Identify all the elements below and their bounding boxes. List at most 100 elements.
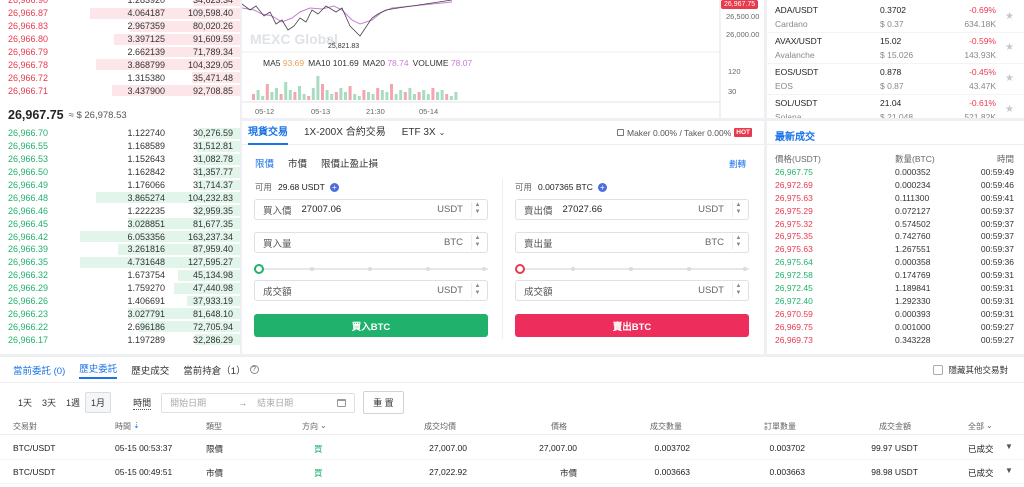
start-date-input[interactable]: 開始日期 [170,396,206,409]
bid-row[interactable]: 26,966.45 3.028851 81,677.35 [0,217,240,230]
bid-row[interactable]: 26,966.35 4.731648 127,595.27 [0,256,240,269]
stepper-icon[interactable]: ▲ ▼ [732,235,744,250]
bid-row[interactable]: 26,966.53 1.152643 31,082.78 [0,153,240,166]
buy-percent-slider[interactable] [254,264,488,274]
tab-futures[interactable]: 1X-200X 合約交易 [304,121,386,145]
tab-etf[interactable]: ETF 3X ⌄ [402,121,446,145]
ask-row[interactable]: 26,966.72 1.315380 35,471.48 [0,71,240,84]
bid-row[interactable]: 26,966.29 1.759270 47,440.98 [0,282,240,295]
star-icon[interactable]: ★ [1005,73,1014,84]
expand-icon[interactable]: ▼ [1005,442,1013,451]
col-time[interactable]: 時間 ⇣ [115,421,140,432]
bid-row[interactable]: 26,966.42 6.053356 163,237.34 [0,230,240,243]
order-row[interactable]: BTC/USDT 05-15 00:49:51 市價 買 27,022.92 市價 0.00… [0,460,1024,484]
bid-row[interactable]: 26,966.39 3.261816 87,959.40 [0,243,240,256]
slider-knob[interactable] [254,264,264,274]
col-side[interactable]: 方向 ⌄ [302,421,327,432]
stepper-icon[interactable]: ▲ ▼ [732,202,744,217]
bid-row[interactable]: 26,966.49 1.176066 31,714.37 [0,179,240,192]
buy-price-field[interactable]: 買入價 27007.06 USDT ▲ ▼ [254,199,488,220]
slider-stop[interactable] [629,267,633,271]
recent-trades-title[interactable]: 最新成交 [767,121,1024,145]
last-price-row[interactable]: 26,967.75 ≈ $ 26,978.53 [8,106,127,124]
buy-total-field[interactable]: 成交額 USDT ▲ ▼ [254,280,488,301]
sell-total-field[interactable]: 成交額 USDT ▲ ▼ [515,280,749,301]
ask-row[interactable]: 26,966.87 4.064187 109,598.40 [0,7,240,20]
slider-stop[interactable] [743,267,747,271]
bid-row[interactable]: 26,966.23 3.027791 81,648.10 [0,307,240,320]
sell-amount-field[interactable]: 賣出量 BTC ▲ ▼ [515,232,749,253]
sell-button[interactable]: 賣出BTC [515,314,749,337]
tab-positions[interactable]: 當前持倉（1） [183,363,245,377]
market-row[interactable]: SOL/USDT Solana 21.04 $ 21.048 -0.61% 521.82K… [767,95,1024,118]
bid-row[interactable]: 26,966.55 1.168589 31,512.81 [0,140,240,153]
sell-percent-slider[interactable] [515,264,749,274]
slider-stop[interactable] [482,267,486,271]
bid-row[interactable]: 26,966.46 1.222235 32,959.35 [0,204,240,217]
slider-stop[interactable] [426,267,430,271]
bid-row[interactable]: 26,966.32 1.673754 45,134.98 [0,269,240,282]
slider-stop[interactable] [310,267,314,271]
price-chart[interactable]: MEXC Global 25,821.83 MA5 93.69 MA10 101… [242,0,764,118]
col-status[interactable]: 全部 ⌄ [968,421,993,432]
order-type-market[interactable]: 市價 [288,156,307,170]
market-row[interactable]: EOS/USDT EOS 0.878 $ 0.87 -0.45% 43.47K ★ [767,64,1024,95]
reset-button[interactable]: 重 置 [363,391,404,414]
end-date-input[interactable]: 結束日期 [257,396,293,409]
stepper-icon[interactable]: ▲ ▼ [471,235,483,250]
tab-order-history[interactable]: 歷史委託 [79,361,118,379]
order-type-stop-limit[interactable]: 限價止盈止損 [321,156,378,170]
stepper-icon[interactable]: ▲ ▼ [471,202,483,217]
market-row[interactable]: AVAX/USDT Avalanche 15.02 $ 15.026 -0.59% 143… [767,33,1024,64]
stepper-icon[interactable]: ▲ ▼ [471,283,483,298]
ask-row[interactable]: 26,966.83 2.967359 80,020.26 [0,20,240,33]
bid-row[interactable]: 26,966.22 2.696186 72,705.94 [0,320,240,333]
expand-icon[interactable]: ▼ [1005,466,1013,475]
order-row[interactable]: BTC/USDT 05-15 00:53:37 限價 買 27,007.00 27,007… [0,436,1024,460]
transfer-link[interactable]: 劃轉 [729,158,746,170]
plus-circle-icon[interactable]: + [597,182,607,192]
order-type-limit[interactable]: 限價 [255,156,274,170]
star-icon[interactable]: ★ [1005,104,1014,115]
sell-price-field[interactable]: 賣出價 27027.66 USDT ▲ ▼ [515,199,749,220]
calendar-icon[interactable] [337,398,347,407]
help-icon[interactable]: ? [249,365,259,374]
ask-row[interactable]: 26,966.90 1.283920 34,623.34 [0,0,240,7]
trade-time: 00:59:37 [980,205,1014,216]
star-icon[interactable]: ★ [1005,11,1014,22]
ask-row[interactable]: 26,966.80 3.397125 91,609.59 [0,33,240,46]
buy-button[interactable]: 買入BTC [254,314,488,337]
trade-qty: 0.000358 [895,257,931,268]
col-avg-price: 成交均價 [424,422,456,431]
bid-row[interactable]: 26,966.50 1.162842 31,357.77 [0,166,240,179]
price-tag: 26,967.75 [721,0,759,9]
star-icon[interactable]: ★ [1005,42,1014,53]
slider-stop[interactable] [571,267,575,271]
plus-circle-icon[interactable]: + [329,182,339,192]
tab-trade-history[interactable]: 歷史成交 [131,363,169,377]
market-row[interactable]: ADA/USDT Cardano 0.3702 $ 0.37 -0.69% 634.18K… [767,2,1024,33]
bid-row[interactable]: 26,966.17 1.197289 32,286.29 [0,333,240,346]
slider-stop[interactable] [687,267,691,271]
ask-row[interactable]: 26,966.71 3.437900 92,708.85 [0,84,240,97]
slider-knob[interactable] [515,264,525,274]
recent-trades-tab[interactable]: 最新成交 [775,128,815,143]
stepper-icon[interactable]: ▲ ▼ [732,283,744,298]
ask-row[interactable]: 26,966.79 2.662139 71,789.34 [0,46,240,59]
market-volume: 634.18K [964,19,996,29]
bid-row[interactable]: 26,966.70 1.122740 30,276.59 [0,127,240,140]
bid-row[interactable]: 26,966.48 3.865274 104,232.83 [0,191,240,204]
period-1m[interactable]: 1月 [85,392,112,413]
buy-amount-field[interactable]: 買入量 BTC ▲ ▼ [254,232,488,253]
hide-other-checkbox[interactable] [933,364,944,375]
volume-bar [445,94,449,100]
period-1d[interactable]: 1天 [13,393,37,412]
period-1w[interactable]: 1週 [61,393,85,412]
bid-row[interactable]: 26,966.26 1.406691 37,933.19 [0,295,240,308]
tab-open-orders[interactable]: 當前委託 (0) [13,363,65,377]
slider-stop[interactable] [368,267,372,271]
date-range-picker[interactable]: 開始日期 → 結束日期 [161,392,356,413]
tab-spot[interactable]: 現貨交易 [248,121,288,145]
ask-row[interactable]: 26,966.78 3.868799 104,329.05 [0,58,240,71]
period-3d[interactable]: 3天 [37,393,61,412]
